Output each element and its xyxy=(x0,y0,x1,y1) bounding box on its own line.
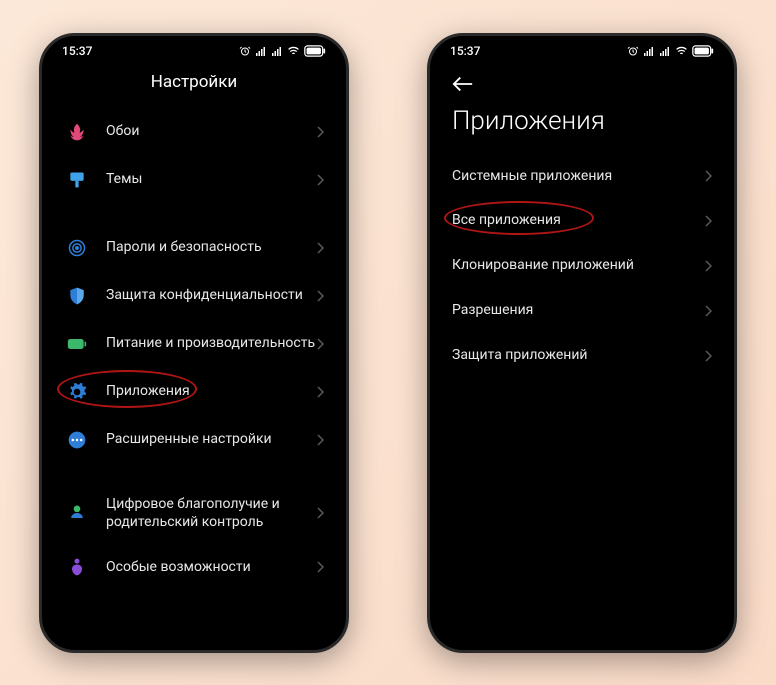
item-wellbeing[interactable]: Цифровое благополучие и родительский кон… xyxy=(54,484,334,544)
item-app-lock[interactable]: Защита приложений xyxy=(442,333,722,378)
dots-icon xyxy=(64,427,90,453)
item-accessibility[interactable]: Особые возможности xyxy=(54,543,334,591)
statusbar: 15:37 xyxy=(432,38,732,62)
item-label: Питание и производительность xyxy=(106,334,316,353)
item-security[interactable]: Пароли и безопасность xyxy=(54,224,334,272)
item-label: Защита конфиденциальности xyxy=(106,286,316,305)
battery-icon xyxy=(692,45,714,57)
back-icon[interactable] xyxy=(452,76,474,92)
chevron-icon xyxy=(316,561,324,573)
item-label: Особые возможности xyxy=(106,558,316,577)
chevron-icon xyxy=(316,126,324,138)
item-privacy[interactable]: Защита конфиденциальности xyxy=(54,272,334,320)
power-button xyxy=(736,231,737,271)
alarm-icon xyxy=(627,45,639,57)
chevron-icon xyxy=(316,290,324,302)
item-label: Разрешения xyxy=(452,301,704,320)
signal-icon xyxy=(255,45,267,57)
item-battery[interactable]: Питание и производительность xyxy=(54,320,334,368)
chevron-icon xyxy=(316,242,324,254)
item-label: Цифровое благополучие и родительский кон… xyxy=(106,495,316,533)
item-system-apps[interactable]: Системные приложения xyxy=(442,154,722,199)
page-title: Приложения xyxy=(432,100,732,154)
wifi-icon xyxy=(287,44,300,57)
phone-right: 15:37 Приложения Системные приложения Вс… xyxy=(427,33,737,653)
wallpaper-icon xyxy=(64,119,90,145)
chevron-icon xyxy=(704,170,712,182)
chevron-icon xyxy=(704,350,712,362)
battery-icon xyxy=(304,45,326,57)
gear-icon xyxy=(64,379,90,405)
status-time: 15:37 xyxy=(62,44,92,58)
item-label: Расширенные настройки xyxy=(106,430,316,449)
item-label: Все приложения xyxy=(452,211,704,230)
chevron-icon xyxy=(316,338,324,350)
item-label: Обои xyxy=(106,122,316,141)
chevron-icon xyxy=(316,174,324,186)
signal-icon-2 xyxy=(271,45,283,57)
item-label: Защита приложений xyxy=(452,346,704,365)
fingerprint-icon xyxy=(64,235,90,261)
chevron-icon xyxy=(316,507,324,519)
accessibility-icon xyxy=(64,554,90,580)
item-label: Системные приложения xyxy=(452,167,704,186)
chevron-icon xyxy=(704,305,712,317)
item-label: Пароли и безопасность xyxy=(106,238,316,257)
alarm-icon xyxy=(239,45,251,57)
item-permissions[interactable]: Разрешения xyxy=(442,288,722,333)
status-time: 15:37 xyxy=(450,44,480,58)
item-themes[interactable]: Темы xyxy=(54,156,334,204)
status-icons xyxy=(239,44,326,57)
wifi-icon xyxy=(675,44,688,57)
item-clone-apps[interactable]: Клонирование приложений xyxy=(442,243,722,288)
item-label: Темы xyxy=(106,170,316,189)
wellbeing-icon xyxy=(64,500,90,526)
brush-icon xyxy=(64,167,90,193)
statusbar: 15:37 xyxy=(44,38,344,62)
signal-icon-2 xyxy=(659,45,671,57)
chevron-icon xyxy=(316,434,324,446)
item-additional[interactable]: Расширенные настройки xyxy=(54,416,334,464)
volume-button xyxy=(736,156,737,216)
signal-icon xyxy=(643,45,655,57)
shield-icon xyxy=(64,283,90,309)
item-label: Клонирование приложений xyxy=(452,256,704,275)
phone-left: 15:37 Настройки Обои xyxy=(39,33,349,653)
screen-settings: 15:37 Настройки Обои xyxy=(44,38,344,648)
chevron-icon xyxy=(704,260,712,272)
item-label: Приложения xyxy=(106,382,316,401)
power-button xyxy=(348,231,349,271)
settings-list: Обои Темы Пароли и безопасность xyxy=(44,108,344,592)
status-icons xyxy=(627,44,714,57)
page-title: Настройки xyxy=(44,62,344,108)
screen-apps: 15:37 Приложения Системные приложения Вс… xyxy=(432,38,732,648)
apps-list: Системные приложения Все приложения Клон… xyxy=(432,154,732,378)
volume-button xyxy=(348,156,349,216)
item-wallpaper[interactable]: Обои xyxy=(54,108,334,156)
item-apps[interactable]: Приложения xyxy=(54,368,334,416)
chevron-icon xyxy=(316,386,324,398)
battery-perf-icon xyxy=(64,331,90,357)
item-all-apps[interactable]: Все приложения xyxy=(442,198,722,243)
chevron-icon xyxy=(704,215,712,227)
